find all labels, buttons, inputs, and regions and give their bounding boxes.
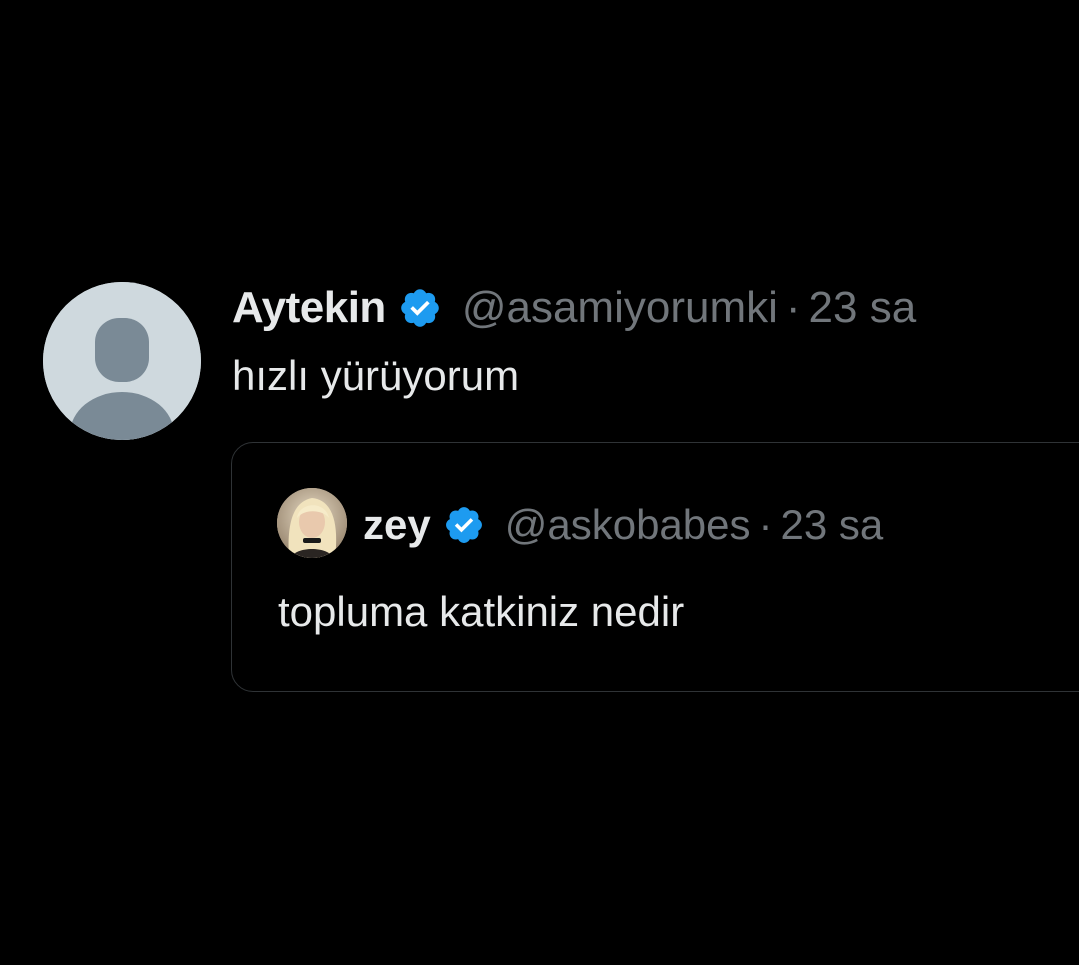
verified-badge-icon[interactable] (398, 286, 442, 330)
tweet-timestamp[interactable]: 23 sa (809, 283, 917, 333)
separator-dot: · (785, 283, 801, 332)
quote-timestamp[interactable]: 23 sa (781, 501, 884, 549)
quote-author-name[interactable]: zey (363, 501, 431, 549)
quoted-tweet-card[interactable]: zey @askobabes · 23 sa topluma katkiniz … (231, 442, 1079, 692)
quote-author-handle[interactable]: @askobabes (505, 501, 751, 549)
quote-text: topluma katkiniz nedir (278, 588, 685, 635)
default-avatar-icon[interactable] (43, 282, 201, 440)
author-handle[interactable]: @asamiyorumki (462, 283, 778, 333)
author-name[interactable]: Aytekin (232, 283, 386, 333)
quote-avatar[interactable] (277, 488, 347, 558)
verified-badge-icon[interactable] (443, 504, 485, 546)
tweet-header: Aytekin @asamiyorumki · 23 sa (232, 280, 916, 336)
tweet-text: hızlı yürüyorum (232, 352, 520, 399)
separator-dot: · (758, 501, 773, 548)
quote-header: zey @askobabes · 23 sa (363, 495, 883, 555)
